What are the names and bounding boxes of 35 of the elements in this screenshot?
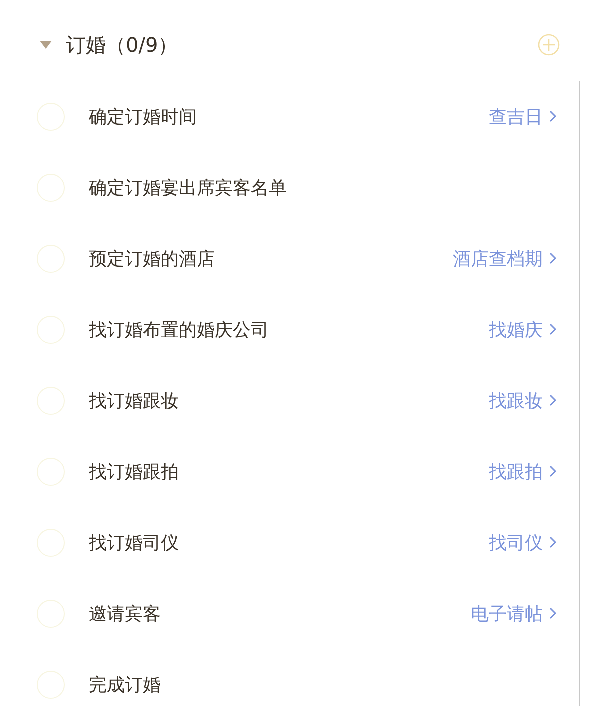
- section-title: 订婚（0/9）: [66, 32, 178, 58]
- task-checkbox[interactable]: [37, 316, 65, 344]
- task-label: 确定订婚宴出席宾客名单: [89, 176, 287, 200]
- chevron-right-icon: [549, 536, 557, 549]
- task-link[interactable]: 找司仪: [489, 530, 557, 554]
- task-checkbox[interactable]: [37, 458, 65, 486]
- task-checkbox[interactable]: [37, 102, 65, 130]
- chevron-right-icon: [549, 252, 557, 265]
- add-icon[interactable]: [538, 34, 560, 56]
- chevron-right-icon: [549, 607, 557, 620]
- task-link[interactable]: 找婚庆: [489, 318, 557, 342]
- task-label: 确定订婚时间: [89, 106, 197, 128]
- chevron-right-icon: [549, 323, 557, 336]
- task-label: 找订婚司仪: [89, 532, 179, 554]
- task-checkbox[interactable]: [37, 244, 65, 272]
- task-label: 预定订婚的酒店: [89, 248, 215, 270]
- task-link[interactable]: 查吉日: [489, 104, 557, 128]
- task-label: 邀请宾客: [89, 602, 161, 626]
- task-checkbox[interactable]: [37, 528, 65, 556]
- task-link[interactable]: 酒店查档期: [453, 246, 557, 270]
- task-label: 找订婚跟妆: [89, 390, 179, 412]
- task-checkbox[interactable]: [37, 600, 65, 628]
- chevron-right-icon: [549, 394, 557, 407]
- task-checkbox[interactable]: [37, 386, 65, 414]
- task-label: 找订婚跟拍: [89, 460, 179, 484]
- chevron-right-icon: [549, 465, 557, 478]
- task-label: 完成订婚: [89, 674, 161, 696]
- task-checkbox[interactable]: [37, 670, 65, 698]
- task-link[interactable]: 找跟妆: [489, 388, 557, 412]
- task-link[interactable]: 找跟拍: [489, 460, 557, 484]
- task-link[interactable]: 电子请帖: [471, 602, 557, 626]
- task-checkbox[interactable]: [37, 174, 65, 202]
- task-label: 找订婚布置的婚庆公司: [89, 318, 269, 342]
- chevron-right-icon: [549, 110, 557, 123]
- collapse-triangle-icon[interactable]: [40, 40, 52, 50]
